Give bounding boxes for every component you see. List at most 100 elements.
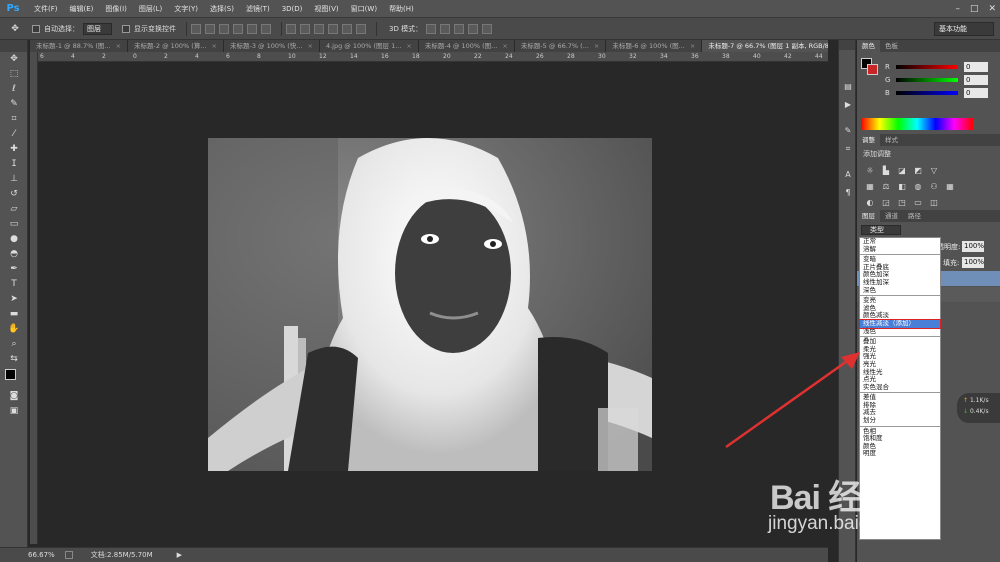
shape-tool-icon[interactable]: ▬ — [2, 307, 26, 322]
3d-slide-icon[interactable] — [468, 23, 479, 34]
maximize-icon[interactable]: □ — [970, 4, 979, 14]
brush-tool-icon[interactable]: ⵊ — [2, 157, 26, 172]
blend-mode-option[interactable]: 浅色 — [860, 327, 940, 336]
color-balance-icon[interactable]: ⚖ — [879, 181, 893, 193]
document-tab[interactable]: 未标题-7 @ 66.7% (图层 1 副本, RGB/8) *× — [702, 40, 828, 52]
path-select-tool-icon[interactable]: ➤ — [2, 292, 26, 307]
blend-mode-option[interactable]: 明度 — [860, 450, 940, 458]
minimize-icon[interactable]: – — [955, 4, 960, 14]
tab-paths[interactable]: 路径 — [903, 210, 926, 222]
quick-select-tool-icon[interactable]: ✎ — [2, 97, 26, 112]
crop-tool-icon[interactable]: ⌗ — [2, 112, 26, 127]
eraser-tool-icon[interactable]: ▱ — [2, 202, 26, 217]
menu-item[interactable]: 文字(Y) — [168, 0, 204, 18]
zoom-tool-icon[interactable]: ⌕ — [2, 337, 26, 352]
tab-close-icon[interactable]: × — [212, 40, 217, 52]
pen-tool-icon[interactable]: ✒ — [2, 262, 26, 277]
vibrance-icon[interactable]: ▽ — [927, 165, 941, 177]
blend-mode-option[interactable]: 实色混合 — [860, 383, 940, 392]
history-brush-tool-icon[interactable]: ↺ — [2, 187, 26, 202]
background-color-swatch[interactable] — [867, 64, 878, 75]
tab-adjustments[interactable]: 调整 — [857, 134, 880, 146]
document-tab[interactable]: 未标题-4 @ 100% (图... × — [418, 40, 515, 52]
menu-item[interactable]: 视图(V) — [308, 0, 344, 18]
actions-panel-icon[interactable]: ▶ — [840, 98, 856, 112]
menu-item[interactable]: 滤镜(T) — [240, 0, 276, 18]
type-tool-icon[interactable]: T — [2, 277, 26, 292]
channel-mixer-icon[interactable]: ⚇ — [927, 181, 941, 193]
menu-item[interactable]: 编辑(E) — [64, 0, 100, 18]
swap-colors-icon[interactable]: ⇆ — [2, 352, 26, 367]
menu-item[interactable]: 图像(I) — [99, 0, 133, 18]
auto-select-checkbox[interactable] — [32, 24, 40, 33]
black-white-icon[interactable]: ◧ — [895, 181, 909, 193]
dodge-tool-icon[interactable]: ◓ — [2, 247, 26, 262]
red-value-field[interactable]: 0 — [964, 61, 988, 72]
move-tool-icon[interactable]: ✥ — [8, 23, 22, 35]
opacity-field[interactable]: 100% — [962, 241, 984, 252]
threshold-icon[interactable]: ◳ — [895, 197, 909, 209]
distribute-right-icon[interactable] — [356, 23, 366, 34]
align-vcenter-icon[interactable] — [205, 23, 215, 34]
brush-presets-icon[interactable]: ⌗ — [840, 142, 856, 156]
paragraph-panel-icon[interactable]: ¶ — [840, 186, 856, 200]
tab-close-icon[interactable]: × — [116, 40, 121, 52]
blur-tool-icon[interactable]: ● — [2, 232, 26, 247]
posterize-icon[interactable]: ◲ — [879, 197, 893, 209]
menu-item[interactable]: 窗口(W) — [345, 0, 383, 18]
lasso-tool-icon[interactable]: ℓ — [2, 82, 26, 97]
3d-scale-icon[interactable] — [482, 23, 493, 34]
curves-icon[interactable]: ◪ — [895, 165, 909, 177]
menu-item[interactable]: 文件(F) — [28, 0, 64, 18]
menu-item[interactable]: 选择(S) — [204, 0, 240, 18]
align-right-icon[interactable] — [261, 23, 271, 34]
tab-close-icon[interactable]: × — [690, 40, 695, 52]
close-icon[interactable]: ✕ — [988, 4, 996, 14]
eyedropper-tool-icon[interactable]: ⁄ — [2, 127, 26, 142]
character-panel-icon[interactable]: A — [840, 168, 856, 182]
marquee-tool-icon[interactable]: ⬚ — [2, 67, 26, 82]
tab-channels[interactable]: 通道 — [880, 210, 903, 222]
blue-value-field[interactable]: 0 — [964, 87, 988, 98]
distribute-hcenter-icon[interactable] — [342, 23, 352, 34]
tab-close-icon[interactable]: × — [406, 40, 411, 52]
document-tab[interactable]: 未标题-2 @ 100% (算... × — [128, 40, 224, 52]
gradient-map-icon[interactable]: ▭ — [911, 197, 925, 209]
foreground-color-swatch[interactable] — [5, 369, 16, 380]
brightness-icon[interactable]: ☼ — [863, 165, 877, 177]
red-slider[interactable] — [896, 64, 958, 69]
healing-brush-tool-icon[interactable]: ✚ — [2, 142, 26, 157]
auto-select-dropdown[interactable]: 图层 — [83, 22, 112, 35]
menu-item[interactable]: 图层(L) — [133, 0, 168, 18]
invert-icon[interactable]: ◐ — [863, 197, 877, 209]
tab-color[interactable]: 颜色 — [857, 40, 880, 52]
align-top-icon[interactable] — [191, 23, 201, 34]
green-value-field[interactable]: 0 — [964, 74, 988, 85]
distribute-bottom-icon[interactable] — [314, 23, 324, 34]
move-tool-icon[interactable]: ✥ — [2, 52, 26, 67]
menu-item[interactable]: 帮助(H) — [383, 0, 420, 18]
tab-close-icon[interactable]: × — [307, 40, 312, 52]
document-tab[interactable]: 未标题-3 @ 100% (快... × — [223, 40, 320, 52]
gradient-tool-icon[interactable]: ▭ — [2, 217, 26, 232]
document-tab[interactable]: 未标题-1 @ 88.7% (图... × — [30, 40, 129, 52]
menu-item[interactable]: 3D(D) — [276, 0, 309, 18]
distribute-vcenter-icon[interactable] — [300, 23, 310, 34]
fill-field[interactable]: 100% — [962, 257, 984, 268]
color-spectrum[interactable] — [861, 118, 973, 130]
history-panel-icon[interactable]: ▤ — [840, 80, 856, 94]
green-slider[interactable] — [896, 77, 958, 82]
status-info-icon[interactable] — [64, 551, 73, 559]
blend-mode-option[interactable]: 溶解 — [860, 245, 940, 254]
clone-stamp-tool-icon[interactable]: ⊥ — [2, 172, 26, 187]
selective-color-icon[interactable]: ◫ — [927, 197, 941, 209]
blend-mode-option[interactable]: 划分 — [860, 416, 940, 425]
3d-roll-icon[interactable] — [440, 23, 451, 34]
blue-slider[interactable] — [896, 90, 958, 95]
document-tab[interactable]: 4.jpg @ 100% (图层 1... × — [319, 40, 419, 52]
3d-pan-icon[interactable] — [454, 23, 465, 34]
align-left-icon[interactable] — [233, 23, 243, 34]
blend-mode-option[interactable]: 深色 — [860, 286, 940, 295]
workspace-dropdown[interactable]: 基本功能 — [934, 22, 994, 36]
document-tab[interactable]: 未标题-6 @ 100% (图... × — [606, 40, 703, 52]
